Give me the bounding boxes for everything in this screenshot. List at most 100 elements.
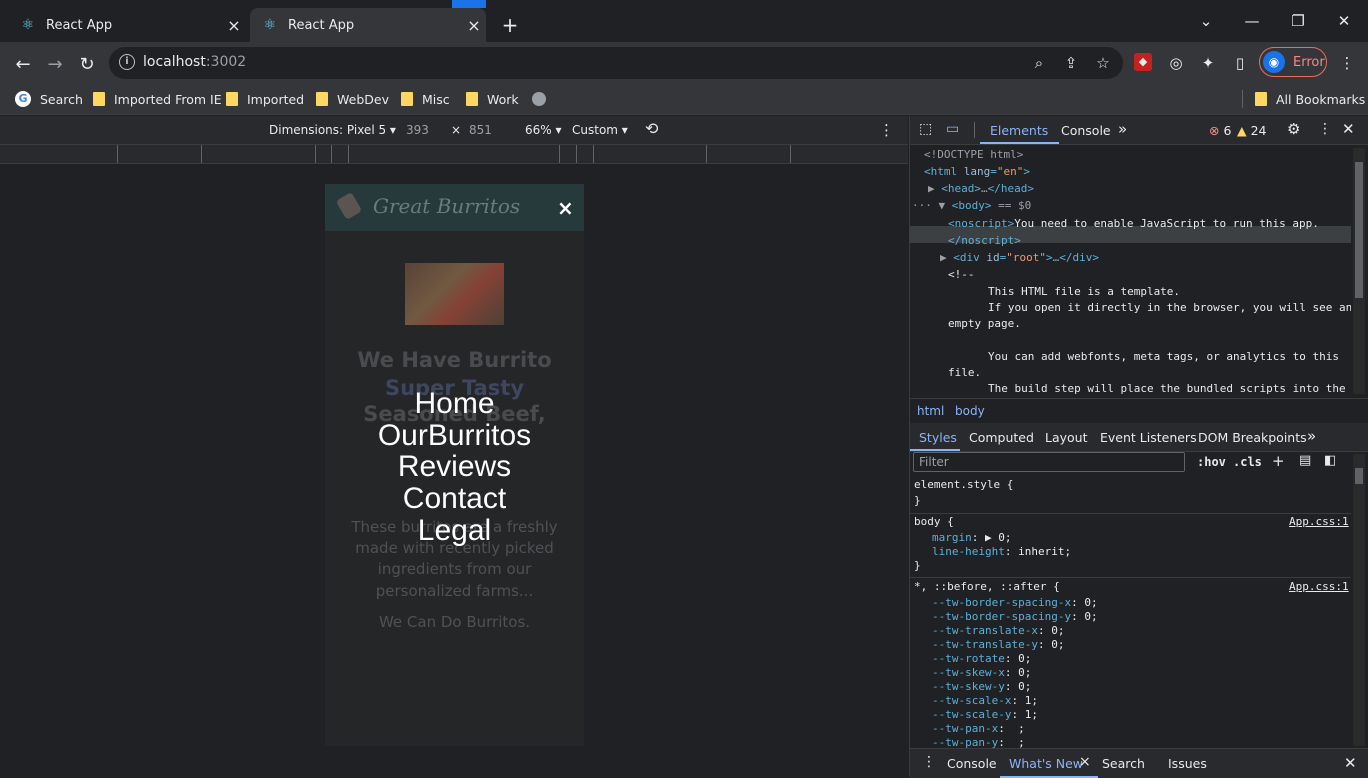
drawer-tab-search[interactable]: Search (1102, 756, 1145, 771)
tab-styles[interactable]: Styles (919, 430, 957, 445)
rule-selector[interactable]: body { (914, 515, 954, 528)
styles-scrollbar[interactable] (1353, 454, 1365, 746)
close-menu-icon[interactable]: × (557, 196, 574, 220)
device-toggle-icon[interactable]: ▭ (946, 121, 959, 137)
css-declaration[interactable]: --tw-scale-y: 1; (932, 708, 1038, 721)
dimensions-select[interactable]: Dimensions: Pixel 5 ▾ (269, 123, 396, 137)
dom-line[interactable]: <!DOCTYPE html> (924, 148, 1023, 161)
new-tab-button[interactable]: + (499, 14, 521, 36)
rule-source-link[interactable]: App.css:1 (1289, 580, 1349, 593)
more-tabs-icon[interactable]: » (1118, 120, 1127, 138)
drawer-tab-console[interactable]: Console (947, 756, 997, 771)
styles-filter-input[interactable]: Filter (913, 452, 1185, 472)
bookmark-misc[interactable]: Misc (401, 89, 450, 109)
reload-button[interactable]: ↻ (73, 50, 101, 78)
drawer-menu-icon[interactable]: ⋮ (922, 754, 936, 770)
rule-selector[interactable]: *, ::before, ::after { (914, 580, 1060, 593)
bookmark-work[interactable]: Work (466, 89, 519, 109)
css-declaration[interactable]: --tw-skew-x: 0; (932, 666, 1031, 679)
css-declaration[interactable]: line-height: inherit; (932, 545, 1071, 558)
dom-line-selected[interactable]: ··· ▼ <body> == $0 (912, 199, 1031, 212)
nav-link-home[interactable]: Home (325, 388, 584, 420)
device-menu-icon[interactable]: ⋮ (879, 121, 894, 139)
minimize-button[interactable]: — (1229, 0, 1275, 42)
brand-title[interactable]: Great Burritos (373, 194, 520, 218)
bookmark-webdev[interactable]: WebDev (316, 89, 389, 109)
css-declaration[interactable]: margin: ▶ 0; (932, 531, 1012, 544)
globe-icon[interactable] (532, 89, 546, 109)
tab-layout[interactable]: Layout (1045, 430, 1088, 445)
close-drawer-icon[interactable]: ✕ (1344, 754, 1357, 772)
css-declaration[interactable]: --tw-translate-x: 0; (932, 624, 1064, 637)
hov-toggle[interactable]: :hov (1197, 455, 1226, 469)
extension-red-icon[interactable]: ◆ (1134, 53, 1152, 71)
scrollbar-thumb[interactable] (1355, 162, 1363, 298)
toggle-sidebar-icon[interactable]: ◧ (1324, 453, 1336, 468)
dom-line[interactable]: ▶ <head>…</head> (928, 182, 1034, 195)
bookmark-imported[interactable]: Imported (226, 89, 304, 109)
tab-event-listeners[interactable]: Event Listeners (1100, 430, 1197, 445)
error-count[interactable]: ⊗ 6 (1209, 123, 1231, 138)
css-declaration[interactable]: --tw-border-spacing-y: 0; (932, 610, 1098, 623)
extensions-puzzle-icon[interactable]: ✦ (1198, 53, 1218, 73)
css-declaration[interactable]: --tw-scale-x: 1; (932, 694, 1038, 707)
paint-icon[interactable]: ▤ (1299, 453, 1311, 468)
scrollbar-thumb[interactable] (1355, 468, 1363, 484)
dom-line[interactable]: <html lang="en"> (924, 165, 1030, 178)
nav-link-legal[interactable]: Legal (325, 515, 584, 547)
dom-line[interactable]: </noscript> (948, 234, 1021, 247)
forward-button[interactable]: → (41, 50, 69, 78)
tab-2[interactable]: ⚛ React App × (250, 8, 486, 42)
css-declaration[interactable]: --tw-rotate: 0; (932, 652, 1031, 665)
more-style-tabs-icon[interactable]: » (1307, 427, 1316, 445)
nav-link-reviews[interactable]: Reviews (325, 451, 584, 483)
dom-line[interactable]: ▶ <div id="root">…</div> (940, 251, 1099, 264)
back-button[interactable]: ← (9, 50, 37, 78)
share-icon[interactable]: ⇪ (1061, 53, 1081, 73)
close-whats-new-icon[interactable]: × (1079, 754, 1091, 770)
height-input[interactable]: 851 (469, 123, 492, 137)
css-declaration[interactable]: --tw-skew-y: 0; (932, 680, 1031, 693)
css-declaration[interactable]: --tw-border-spacing-x: 0; (932, 596, 1098, 609)
css-declaration[interactable]: --tw-pan-y: ; (932, 736, 1025, 748)
devtools-menu-icon[interactable]: ⋮ (1318, 121, 1332, 137)
tab-dom-breakpoints[interactable]: DOM Breakpoints (1198, 430, 1307, 445)
zoom-icon[interactable]: ⌕ (1029, 53, 1049, 73)
bookmark-imported-from-ie[interactable]: Imported From IE (93, 89, 222, 109)
bookmark-star-icon[interactable]: ☆ (1093, 53, 1113, 73)
zoom-select[interactable]: 66% ▾ (525, 123, 562, 137)
address-bar[interactable]: i localhost:3002 ⌕ ⇪ ☆ (109, 47, 1123, 79)
settings-gear-icon[interactable]: ⚙ (1287, 120, 1300, 138)
site-info-icon[interactable]: i (119, 54, 135, 70)
bookmark-search[interactable]: G Search (15, 89, 83, 109)
close-devtools-icon[interactable]: ✕ (1342, 120, 1355, 138)
tab-search-icon[interactable]: ⌄ (1183, 0, 1229, 42)
tab-computed[interactable]: Computed (969, 430, 1034, 445)
dom-line[interactable]: <!-- (948, 268, 975, 281)
nav-link-contact[interactable]: Contact (325, 483, 584, 515)
rule-selector[interactable]: element.style { (914, 478, 1013, 491)
warning-count[interactable]: ▲ 24 (1237, 123, 1267, 138)
new-rule-icon[interactable]: + (1272, 452, 1285, 470)
breadcrumb-html[interactable]: html (917, 404, 944, 418)
rule-source-link[interactable]: App.css:1 (1289, 515, 1349, 528)
all-bookmarks[interactable]: All Bookmarks (1255, 89, 1365, 109)
tab-console[interactable]: Console (1061, 123, 1111, 138)
close-tab-icon[interactable]: × (462, 16, 486, 35)
rotate-icon[interactable]: ⟲ (645, 119, 658, 138)
tab-elements[interactable]: Elements (990, 123, 1048, 138)
close-window-button[interactable]: ✕ (1321, 0, 1367, 42)
dom-scrollbar[interactable] (1353, 148, 1365, 394)
drawer-tab-whats-new[interactable]: What's New (1009, 756, 1083, 771)
css-declaration[interactable]: --tw-pan-x: ; (932, 722, 1025, 735)
profile-error-button[interactable]: ◉ Error (1259, 47, 1327, 77)
close-tab-icon[interactable]: × (222, 16, 246, 35)
throttle-select[interactable]: Custom ▾ (572, 123, 628, 137)
cls-toggle[interactable]: .cls (1233, 455, 1262, 469)
side-panel-icon[interactable]: ▯ (1230, 53, 1250, 73)
css-declaration[interactable]: --tw-translate-y: 0; (932, 638, 1064, 651)
dom-line[interactable]: <noscript>You need to enable JavaScript … (948, 217, 1319, 230)
inspect-element-icon[interactable]: ⬚ (919, 121, 932, 137)
drawer-tab-issues[interactable]: Issues (1168, 756, 1207, 771)
width-input[interactable]: 393 (406, 123, 429, 137)
